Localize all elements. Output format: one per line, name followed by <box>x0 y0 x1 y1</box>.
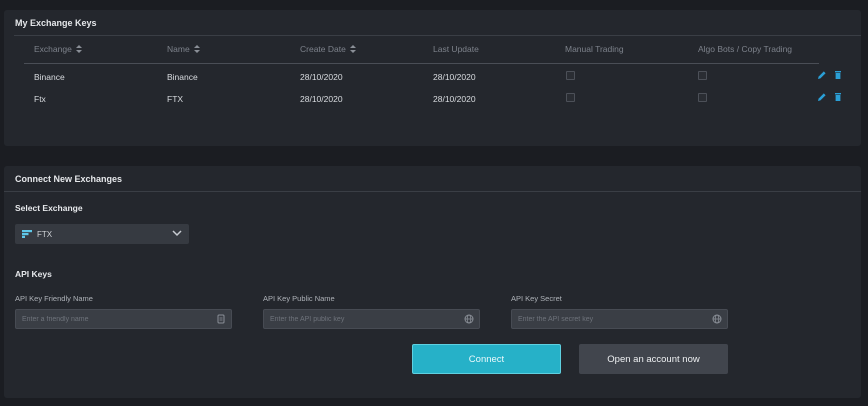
column-header-create-date[interactable]: Create Date <box>300 44 356 54</box>
connect-exchange-panel: Connect New Exchanges Select Exchange FT… <box>4 166 861 398</box>
column-label: Manual Trading <box>565 44 624 54</box>
exchange-select[interactable]: FTX <box>15 224 189 244</box>
globe-icon <box>464 314 474 324</box>
friendly-name-field-wrapper <box>15 309 232 329</box>
panel-title: Connect New Exchanges <box>15 174 123 184</box>
public-key-field-wrapper <box>263 309 480 329</box>
ftx-logo-icon <box>22 230 32 238</box>
column-header-last-update: Last Update <box>433 44 479 54</box>
panel-title: My Exchange Keys <box>15 18 97 28</box>
open-account-button[interactable]: Open an account now <box>579 344 728 374</box>
trash-icon[interactable] <box>833 92 843 102</box>
exchange-keys-panel: My Exchange Keys Exchange Name Create Da… <box>4 10 861 146</box>
public-key-input[interactable] <box>264 310 479 328</box>
cell-exchange: Binance <box>34 72 65 82</box>
edit-icon[interactable] <box>817 70 827 80</box>
chevron-down-icon[interactable] <box>172 229 182 237</box>
sort-icon[interactable] <box>193 45 200 53</box>
column-header-exchange[interactable]: Exchange <box>34 44 82 54</box>
friendly-name-label: API Key Friendly Name <box>15 294 93 303</box>
friendly-name-input[interactable] <box>16 310 231 328</box>
algo-bots-checkbox[interactable] <box>698 93 707 102</box>
column-label: Algo Bots / Copy Trading <box>698 44 793 54</box>
column-label: Name <box>167 44 190 54</box>
secret-key-input[interactable] <box>512 310 727 328</box>
column-label: Exchange <box>34 44 72 54</box>
manual-trading-checkbox[interactable] <box>566 71 575 80</box>
cell-last-update: 28/10/2020 <box>433 94 476 104</box>
cell-name: FTX <box>167 94 184 104</box>
sort-icon[interactable] <box>349 45 356 53</box>
public-key-label: API Key Public Name <box>263 294 335 303</box>
cell-name: Binance <box>167 72 198 82</box>
sort-icon[interactable] <box>75 45 82 53</box>
id-card-icon <box>217 314 225 324</box>
divider <box>14 35 861 36</box>
secret-key-field-wrapper <box>511 309 728 329</box>
cell-create-date: 28/10/2020 <box>300 94 343 104</box>
column-label: Last Update <box>433 44 479 54</box>
column-header-algo-bots: Algo Bots / Copy Trading <box>698 44 792 54</box>
api-keys-label: API Keys <box>15 269 52 279</box>
column-header-name[interactable]: Name <box>167 44 200 54</box>
cell-create-date: 28/10/2020 <box>300 72 343 82</box>
secret-key-label: API Key Secret <box>511 294 562 303</box>
manual-trading-checkbox[interactable] <box>566 93 575 102</box>
divider <box>4 191 861 192</box>
globe-icon <box>712 314 722 324</box>
selected-exchange: FTX <box>37 229 53 239</box>
algo-bots-checkbox[interactable] <box>698 71 707 80</box>
select-exchange-label: Select Exchange <box>15 203 83 213</box>
column-header-manual-trading: Manual Trading <box>565 44 624 54</box>
trash-icon[interactable] <box>833 70 843 80</box>
column-label: Create Date <box>300 44 346 54</box>
edit-icon[interactable] <box>817 92 827 102</box>
connect-button[interactable]: Connect <box>412 344 561 374</box>
cell-exchange: Ftx <box>34 94 46 104</box>
table-header-divider <box>24 63 819 64</box>
cell-last-update: 28/10/2020 <box>433 72 476 82</box>
